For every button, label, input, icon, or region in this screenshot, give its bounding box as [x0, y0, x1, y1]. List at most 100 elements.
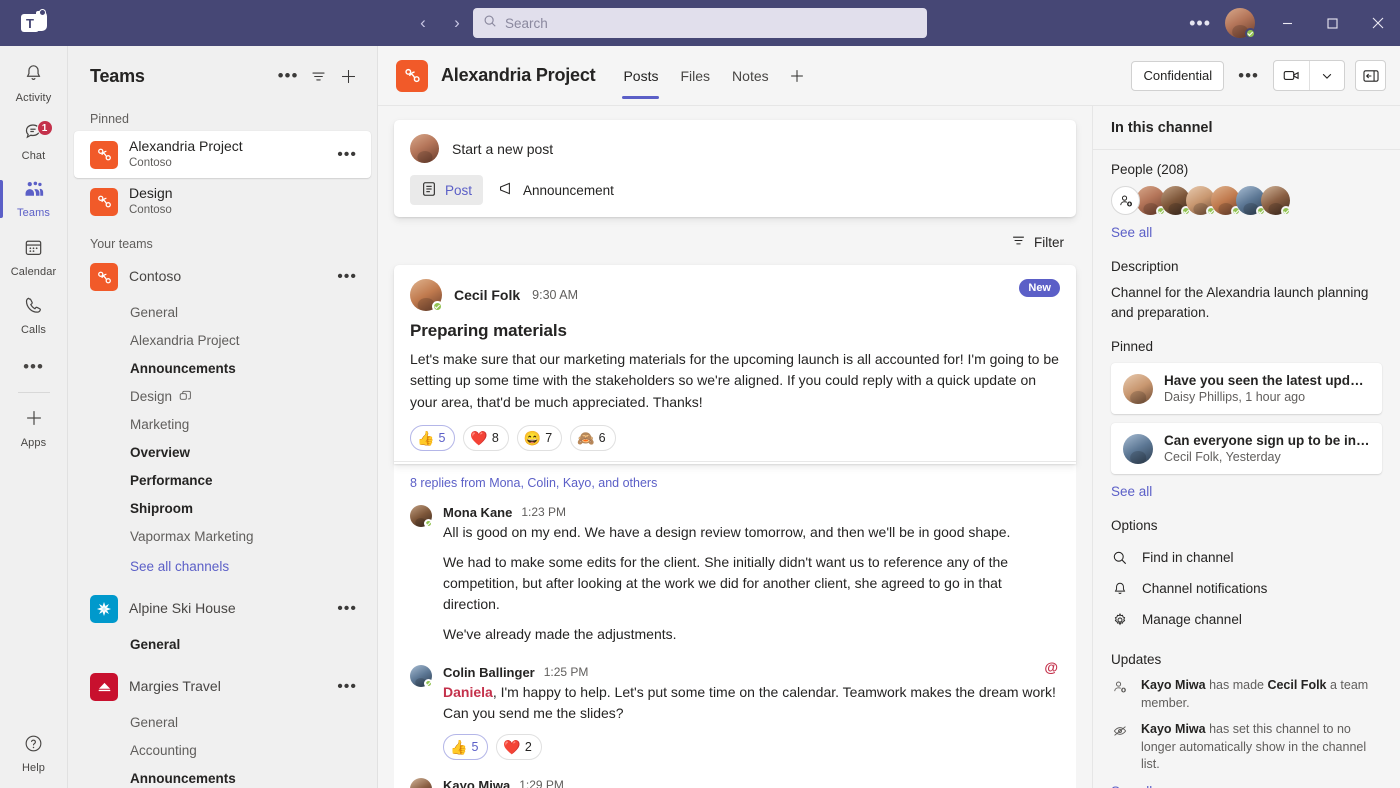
team-header-margies-travel[interactable]: Margies Travel ••• — [74, 666, 371, 708]
pinned-author-avatar — [1123, 373, 1153, 404]
forward-button[interactable]: › — [442, 8, 472, 38]
chevron-down-icon[interactable] — [1309, 61, 1344, 90]
add-person-icon[interactable] — [1111, 186, 1140, 215]
right-pane-body: People (208) See all Description Channel… — [1093, 150, 1400, 788]
search-icon — [1111, 550, 1129, 566]
team-more-button[interactable]: ••• — [331, 601, 363, 617]
option-channel-notifications[interactable]: Channel notifications — [1111, 573, 1382, 604]
search-placeholder: Search — [505, 15, 548, 31]
new-post-placeholder[interactable]: Start a new post — [452, 141, 553, 157]
reply-item[interactable]: Kayo Miwa 1:29 PM I don't have any issue… — [410, 768, 1060, 788]
team-more-button[interactable]: ••• — [331, 269, 363, 285]
team-header-contoso[interactable]: Contoso ••• — [74, 256, 371, 298]
announcement-icon — [498, 180, 515, 200]
channel-general-alpine[interactable]: General — [74, 630, 371, 658]
video-camera-icon[interactable] — [1274, 61, 1309, 90]
filter-button[interactable]: Filter — [1005, 229, 1070, 255]
teams-more-button[interactable]: ••• — [273, 61, 303, 91]
channel-vapormax-marketing[interactable]: Vapormax Marketing — [74, 522, 371, 550]
channel-more-button[interactable]: ••• — [1234, 67, 1263, 84]
sidebar-item-calls[interactable]: Calls — [0, 286, 68, 344]
team-more-button[interactable]: ••• — [331, 679, 363, 695]
channel-alexandria-project[interactable]: Alexandria Project — [74, 326, 371, 354]
post-card[interactable]: New Cecil Folk 9:30 AM Preparing materia… — [394, 265, 1076, 464]
sidebar-item-chat[interactable]: 1 Chat — [0, 112, 68, 170]
reply-text: All is good on my end. We have a design … — [443, 523, 1011, 540]
channel-general[interactable]: General — [74, 298, 371, 326]
replies-count-link[interactable]: 8 replies from Mona, Colin, Kayo, and ot… — [410, 476, 1060, 490]
tab-files[interactable]: Files — [670, 46, 720, 106]
post-author: Cecil Folk — [454, 287, 521, 303]
minimize-button[interactable] — [1265, 0, 1310, 46]
channel-overview[interactable]: Overview — [74, 438, 371, 466]
people-facepile — [1111, 186, 1382, 216]
team-icon — [90, 187, 118, 216]
avatar[interactable] — [1225, 8, 1256, 39]
titlebar-more-button[interactable]: ••• — [1177, 14, 1223, 32]
search-input[interactable]: Search — [473, 8, 927, 38]
filter-icon[interactable] — [303, 61, 333, 91]
tab-notes[interactable]: Notes — [722, 46, 779, 106]
channel-design[interactable]: Design — [74, 382, 371, 410]
option-manage-channel[interactable]: Manage channel — [1111, 604, 1382, 635]
see-all-channels-link[interactable]: See all channels — [74, 552, 371, 580]
teams-app-window: T ‹ › Search ••• Activity 1 Chat Teams C… — [0, 0, 1400, 788]
updates-see-all-link[interactable]: See all — [1111, 784, 1152, 788]
status-badge[interactable]: Confidential — [1131, 60, 1225, 91]
reply-item[interactable]: Mona Kane 1:23 PM All is good on my end.… — [410, 500, 1060, 653]
rail-more-button[interactable]: ••• — [0, 344, 68, 390]
update-target: Cecil Folk — [1267, 678, 1327, 693]
reaction-chip[interactable]: 👍 5 — [443, 733, 489, 760]
pinned-meta: Cecil Folk, Yesterday — [1164, 450, 1281, 465]
pinned-team-design[interactable]: Design Contoso — [74, 178, 371, 225]
channel-accounting[interactable]: Accounting — [74, 736, 371, 764]
post-composer[interactable]: Start a new post Post Announcement — [394, 120, 1076, 217]
pinned-see-all-link[interactable]: See all — [1111, 484, 1152, 499]
update-item: Kayo Miwa has set this channel to no lon… — [1111, 721, 1382, 774]
channel-announcements[interactable]: Announcements — [74, 354, 371, 382]
add-team-icon[interactable] — [333, 61, 363, 91]
sidebar-item-apps[interactable]: Apps — [0, 399, 68, 457]
teams-icon — [23, 179, 45, 204]
reply-text: Daniela, I'm happy to help. Let's put so… — [443, 682, 1060, 724]
option-label: Channel notifications — [1142, 581, 1268, 597]
channel-performance[interactable]: Performance — [74, 466, 371, 494]
maximize-button[interactable] — [1310, 0, 1355, 46]
pinned-post-card[interactable]: Can everyone sign up to be inclu… Cecil … — [1111, 423, 1382, 475]
pinned-team-alexandria-project[interactable]: Alexandria Project Contoso ••• — [74, 131, 371, 178]
channel-general-margies[interactable]: General — [74, 708, 371, 736]
option-find-in-channel[interactable]: Find in channel — [1111, 542, 1382, 573]
posts-feed[interactable]: Start a new post Post Announcement Filte… — [378, 106, 1092, 788]
pinned-title: Have you seen the latest updates… — [1164, 373, 1370, 389]
open-chat-panel-icon[interactable] — [1355, 60, 1386, 91]
sidebar-item-label: Activity — [15, 91, 52, 104]
mention-token[interactable]: Daniela — [443, 684, 493, 700]
channel-announcements-margies[interactable]: Announcements — [74, 764, 371, 788]
tab-posts[interactable]: Posts — [613, 46, 668, 106]
sidebar-item-help[interactable]: Help — [0, 724, 68, 782]
person-avatar[interactable] — [1261, 186, 1291, 216]
composer-avatar — [410, 134, 439, 163]
post-type-button[interactable]: Post — [410, 175, 484, 205]
channel-shiproom[interactable]: Shiproom — [74, 494, 371, 522]
reaction-chip[interactable]: ❤️ 8 — [463, 424, 509, 451]
close-button[interactable] — [1355, 0, 1400, 46]
sidebar-item-teams[interactable]: Teams — [0, 170, 68, 228]
team-more-button[interactable]: ••• — [331, 146, 363, 163]
sidebar-item-activity[interactable]: Activity — [0, 54, 68, 112]
reaction-chip[interactable]: 😄 7 — [516, 424, 563, 451]
reaction-chip[interactable]: ❤️ 2 — [496, 733, 542, 760]
add-tab-icon[interactable] — [781, 60, 813, 92]
people-see-all-link[interactable]: See all — [1111, 225, 1152, 240]
reply-item[interactable]: @ Colin Ballinger 1:25 PM Daniela, I'm h… — [410, 653, 1060, 768]
announcement-type-button[interactable]: Announcement — [487, 175, 625, 205]
sidebar-item-calendar[interactable]: Calendar — [0, 228, 68, 286]
reaction-emoji: ❤️ — [470, 429, 488, 446]
teams-list[interactable]: Pinned Alexandria Project Contoso ••• De… — [68, 106, 377, 788]
reaction-chip[interactable]: 🙈 6 — [570, 424, 616, 451]
back-button[interactable]: ‹ — [408, 8, 438, 38]
channel-marketing[interactable]: Marketing — [74, 410, 371, 438]
team-header-alpine-ski-house[interactable]: Alpine Ski House ••• — [74, 588, 371, 630]
pinned-post-card[interactable]: Have you seen the latest updates… Daisy … — [1111, 363, 1382, 415]
reaction-chip[interactable]: 👍 5 — [410, 424, 456, 451]
